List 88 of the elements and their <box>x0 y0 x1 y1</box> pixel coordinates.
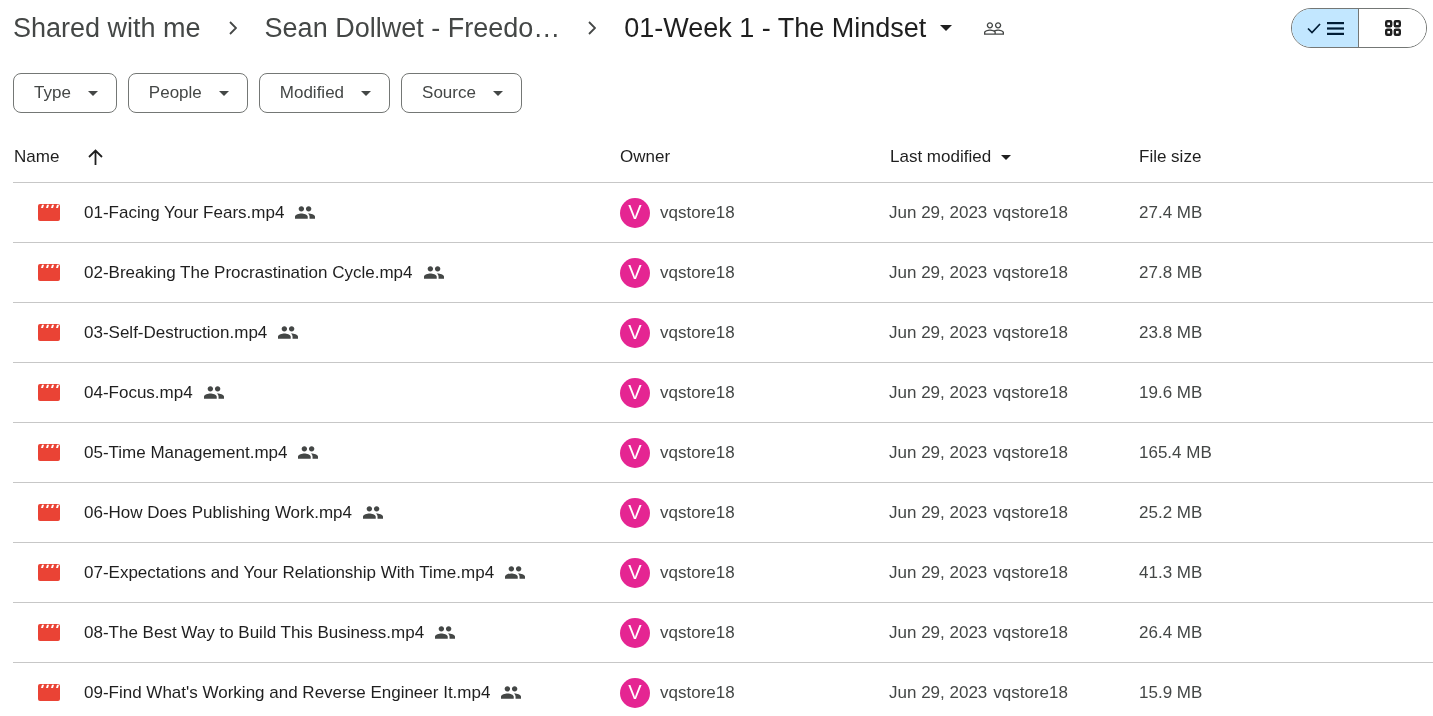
owner-avatar: V <box>620 377 650 408</box>
owner-avatar: V <box>620 197 650 228</box>
modified-by: vqstore18 <box>993 382 1068 403</box>
grid-icon <box>1384 20 1401 36</box>
breadcrumb-item[interactable]: Sean Dollwet - Freedo… <box>264 12 561 44</box>
clapperboard-icon <box>38 684 60 701</box>
sort-arrow-icon[interactable] <box>88 149 104 165</box>
list-icon <box>1326 21 1344 35</box>
file-name[interactable]: 01-Facing Your Fears.mp4 <box>84 202 285 223</box>
owner-name: vqstore18 <box>660 442 735 463</box>
file-name[interactable]: 09-Find What's Working and Reverse Engineer It.mp4 <box>84 682 491 703</box>
file-size: 15.9 MB <box>1139 682 1204 703</box>
clapperboard-icon <box>38 624 60 641</box>
owner-avatar: V <box>620 317 650 348</box>
column-header: File size <box>1139 147 1202 167</box>
breadcrumb-item[interactable]: Shared with me <box>13 12 201 44</box>
owner-avatar: V <box>620 437 650 468</box>
clapperboard-icon <box>38 564 60 581</box>
file-name[interactable]: 05-Time Management.mp4 <box>84 442 288 463</box>
filter-chip[interactable]: People <box>127 73 248 113</box>
owner-name: vqstore18 <box>660 382 735 403</box>
chevron-right-icon <box>228 21 237 35</box>
owner-name: vqstore18 <box>660 622 735 643</box>
file-name[interactable]: 04-Focus.mp4 <box>84 382 193 403</box>
caret-icon <box>361 90 372 96</box>
caret-icon <box>940 25 953 31</box>
owner-avatar: V <box>620 257 650 288</box>
file-name[interactable]: 03-Self-Destruction.mp4 <box>84 322 268 343</box>
file-size: 19.6 MB <box>1139 382 1204 403</box>
modified-by: vqstore18 <box>993 202 1068 223</box>
caret-icon <box>218 90 229 96</box>
column-header: Owner <box>620 147 671 167</box>
modified-by: vqstore18 <box>993 562 1068 583</box>
file-size: 27.8 MB <box>1139 262 1204 283</box>
owner-name: vqstore18 <box>660 322 735 343</box>
file-size: 41.3 MB <box>1139 562 1204 583</box>
file-size: 25.2 MB <box>1139 502 1204 523</box>
owner-avatar: V <box>620 557 650 588</box>
clapperboard-icon <box>38 384 60 401</box>
people-icon[interactable] <box>984 21 1005 35</box>
modified-by: vqstore18 <box>993 322 1068 343</box>
clapperboard-icon <box>38 204 60 221</box>
column-header[interactable]: Last modified <box>889 147 1012 167</box>
file-name[interactable]: 07-Expectations and Your Relationship With Time.mp4 <box>84 562 495 583</box>
file-name[interactable]: 08-The Best Way to Build This Business.mp4 <box>84 622 425 643</box>
filter-chip[interactable]: Modified <box>258 73 391 113</box>
owner-avatar: V <box>620 497 650 528</box>
check-icon <box>1306 22 1321 34</box>
modified-date: Jun 29, 2023 <box>889 322 988 343</box>
owner-name: vqstore18 <box>660 562 735 583</box>
modified-date: Jun 29, 2023 <box>889 202 988 223</box>
file-name[interactable]: 02-Breaking The Procrastination Cycle.mp4 <box>84 262 413 283</box>
file-size: 165.4 MB <box>1139 442 1213 463</box>
modified-date: Jun 29, 2023 <box>889 502 988 523</box>
clapperboard-icon <box>38 444 60 461</box>
modified-date: Jun 29, 2023 <box>889 682 988 703</box>
list-view-button[interactable] <box>1292 9 1359 47</box>
modified-date: Jun 29, 2023 <box>889 622 988 643</box>
modified-date: Jun 29, 2023 <box>889 442 988 463</box>
chevron-right-icon <box>588 21 597 35</box>
owner-name: vqstore18 <box>660 682 735 703</box>
owner-name: vqstore18 <box>660 262 735 283</box>
modified-by: vqstore18 <box>993 682 1068 703</box>
modified-by: vqstore18 <box>993 502 1068 523</box>
filter-chip[interactable]: Type <box>13 73 117 113</box>
file-size: 26.4 MB <box>1139 622 1204 643</box>
owner-avatar: V <box>620 617 650 648</box>
owner-name: vqstore18 <box>660 502 735 523</box>
owner-name: vqstore18 <box>660 202 735 223</box>
modified-by: vqstore18 <box>993 622 1068 643</box>
clapperboard-icon <box>38 504 60 521</box>
file-size: 27.4 MB <box>1139 202 1204 223</box>
breadcrumb-item[interactable]: 01-Week 1 - The Mindset <box>624 12 953 44</box>
modified-by: vqstore18 <box>993 262 1068 283</box>
modified-date: Jun 29, 2023 <box>889 562 988 583</box>
modified-date: Jun 29, 2023 <box>889 262 988 283</box>
file-name[interactable]: 06-How Does Publishing Work.mp4 <box>84 502 353 523</box>
filter-chip[interactable]: Source <box>401 73 522 113</box>
modified-by: vqstore18 <box>993 442 1068 463</box>
owner-avatar: V <box>620 677 650 708</box>
modified-date: Jun 29, 2023 <box>889 382 988 403</box>
caret-icon <box>1001 154 1012 160</box>
column-header[interactable]: Name <box>13 147 60 167</box>
caret-icon <box>87 90 98 96</box>
clapperboard-icon <box>38 264 60 281</box>
caret-icon <box>492 90 503 96</box>
file-size: 23.8 MB <box>1139 322 1204 343</box>
clapperboard-icon <box>38 324 60 341</box>
